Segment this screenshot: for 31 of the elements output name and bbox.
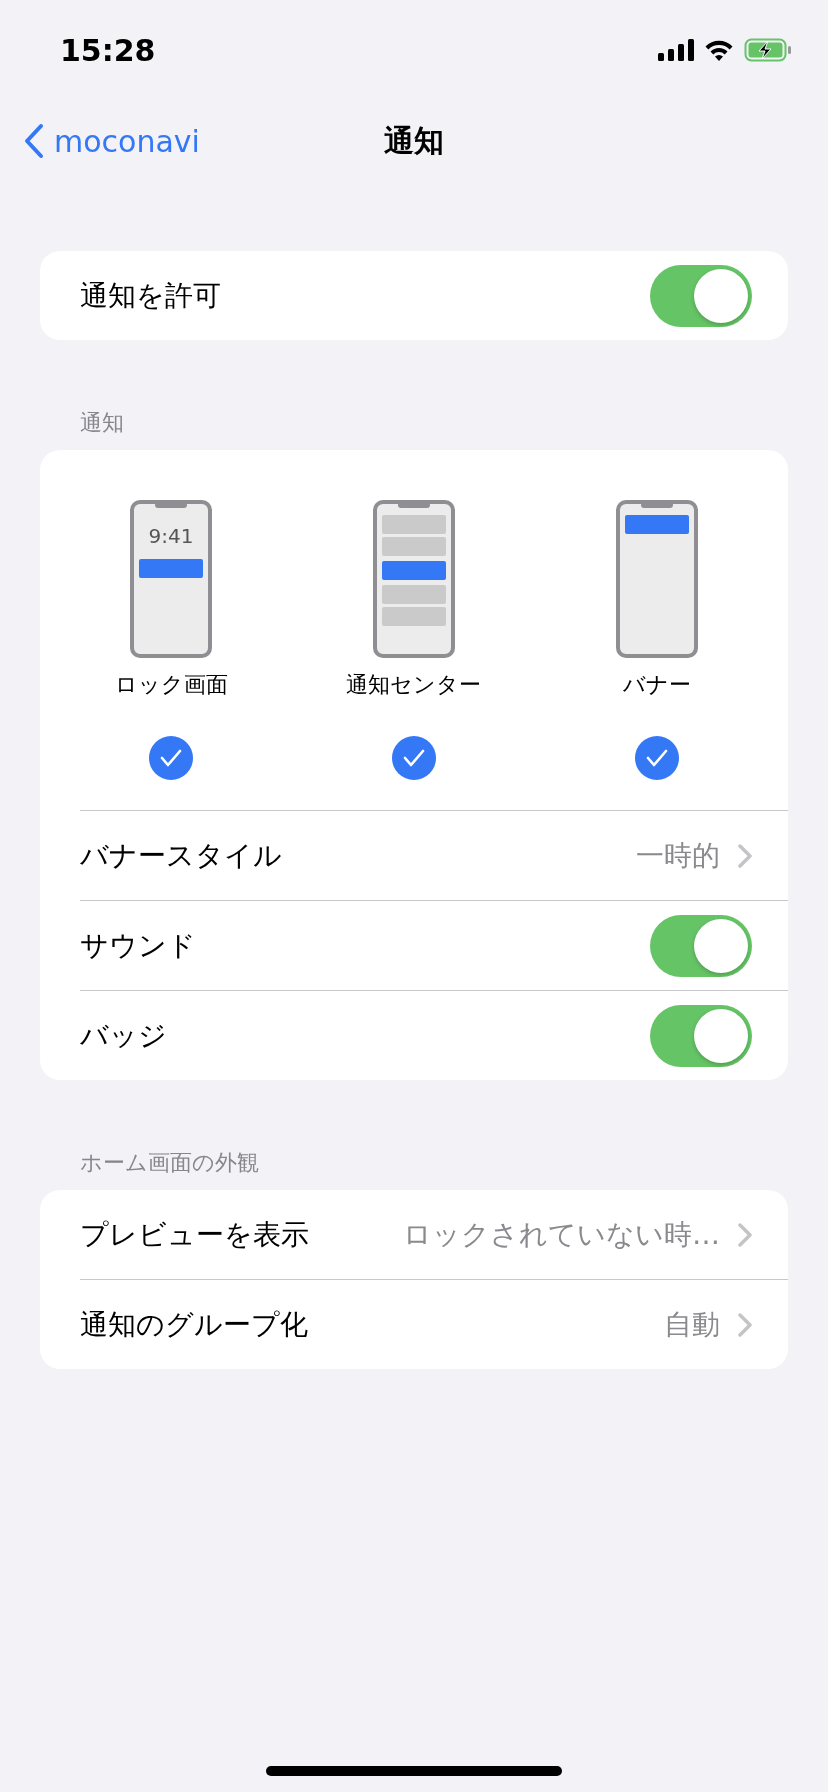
setting-value: ロックされていない時…	[403, 1216, 720, 1253]
back-link[interactable]: moconavi	[24, 123, 200, 159]
setting-label: 通知のグループ化	[80, 1306, 308, 1343]
status-time: 15:28	[60, 32, 156, 68]
checkmark-button[interactable]	[149, 736, 194, 780]
check-icon	[160, 749, 183, 767]
page-title: 通知	[384, 121, 444, 160]
style-label: バナー	[622, 671, 691, 699]
setting-label: プレビューを表示	[80, 1216, 309, 1253]
style-label: 通知センター	[346, 671, 482, 699]
wifi-icon	[704, 39, 734, 61]
signal-icon	[658, 39, 694, 61]
setting-label: バナースタイル	[80, 837, 282, 874]
back-chevron-icon	[24, 123, 44, 159]
section-header: ホーム画面の外観	[80, 1149, 260, 1177]
checkmark-button[interactable]	[634, 736, 679, 780]
checkmark-button[interactable]	[392, 736, 436, 780]
setting-label: バッジ	[80, 1017, 167, 1054]
setting-label: サウンド	[80, 927, 196, 964]
chevron-icon	[738, 1222, 752, 1247]
setting-value: 一時的	[636, 837, 720, 874]
battery-charging-icon	[744, 38, 792, 62]
chevron-icon	[738, 1312, 752, 1337]
setting-value: 自動	[664, 1306, 720, 1343]
clock-text: 9:41	[148, 524, 194, 548]
chevron-icon	[738, 843, 752, 868]
style-label: ロック画面	[114, 671, 228, 699]
check-icon	[403, 749, 425, 767]
section-header: 通知	[80, 409, 125, 437]
check-icon	[645, 749, 668, 767]
setting-label: 通知を許可	[80, 277, 221, 314]
